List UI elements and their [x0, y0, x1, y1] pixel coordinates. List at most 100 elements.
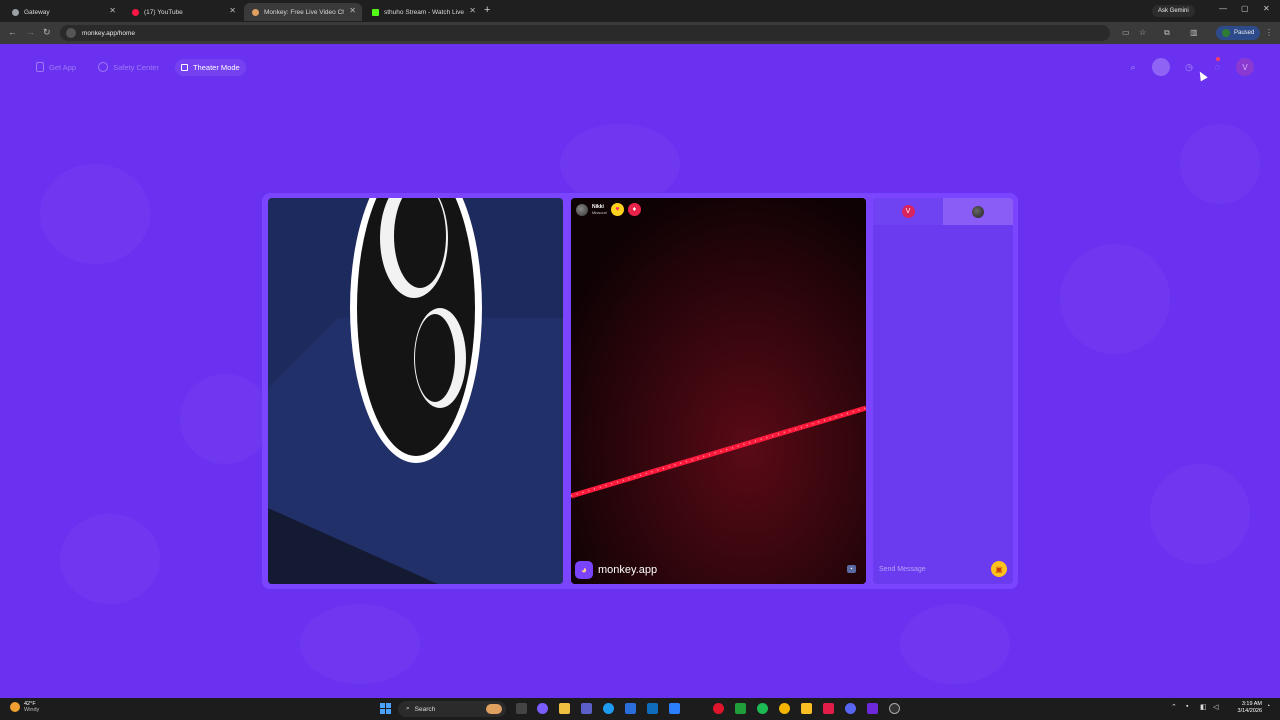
obs-logo-blade-cut — [415, 314, 455, 402]
file-explorer-icon[interactable] — [559, 703, 570, 714]
add-friend-icon[interactable]: ♦ — [627, 203, 641, 216]
browser-tab[interactable]: sthuho Stream - Watch Live on ✕ — [364, 3, 482, 21]
maximize-icon[interactable]: ▢ — [1241, 4, 1249, 13]
back-icon[interactable]: ← — [8, 27, 17, 37]
store-icon[interactable] — [625, 703, 636, 714]
browser-tab-active[interactable]: Monkey: Free Live Video Chat ✕ — [244, 3, 362, 21]
opera-icon[interactable] — [713, 703, 724, 714]
peer-chat-tab[interactable] — [943, 198, 1013, 225]
peer-location: Missouri — [592, 210, 607, 215]
report-icon[interactable]: ▪ — [847, 565, 856, 573]
tab-title: sthuho Stream - Watch Live on — [384, 8, 466, 16]
taskbar-search[interactable]: ⌕ Search — [398, 701, 506, 717]
bookmark-star-icon[interactable]: ☆ — [1139, 28, 1146, 37]
peer-user-tag[interactable]: Nikki Missouri ♥ ♦ — [576, 203, 641, 216]
get-app-link[interactable]: Get App — [30, 58, 82, 76]
close-icon[interactable]: ✕ — [229, 6, 236, 15]
close-icon[interactable]: ✕ — [109, 6, 116, 15]
heart-icon[interactable]: ♥ — [610, 203, 624, 216]
tab-title: Gateway — [24, 8, 50, 16]
peer-info: Nikki Missouri — [592, 204, 607, 215]
streaming-app-icon[interactable] — [867, 703, 878, 714]
weather-condition: Windy — [24, 707, 40, 713]
spotify-icon[interactable] — [757, 703, 768, 714]
weather-icon — [10, 702, 20, 712]
close-icon[interactable]: ✕ — [469, 6, 476, 15]
edge-icon[interactable] — [603, 703, 614, 714]
notes-icon[interactable] — [801, 703, 812, 714]
taskbar-search-label: Search — [414, 705, 436, 713]
chat-panel: V Send Message ▣ — [873, 198, 1013, 584]
phone-icon — [36, 62, 44, 72]
top-right-controls: ⌕ ◷ ◌ V — [1124, 58, 1254, 76]
search-highlight-icon — [486, 704, 502, 714]
background-blob — [560, 124, 680, 204]
notification-dot — [1216, 57, 1220, 61]
windows-start-icon[interactable] — [380, 703, 391, 714]
kick-icon — [372, 8, 379, 16]
site-info-icon[interactable] — [66, 28, 76, 38]
profile-avatar — [1222, 29, 1230, 37]
user-avatar[interactable]: V — [1236, 58, 1254, 76]
peer-avatar — [576, 203, 588, 216]
extensions-icon[interactable]: ⧉ — [1164, 28, 1170, 38]
theater-mode-button[interactable]: Theater Mode — [174, 58, 246, 76]
notification-bell-icon[interactable]: ◔ — [1266, 703, 1270, 710]
side-panel-icon[interactable]: ▥ — [1190, 28, 1198, 37]
peer-video-background — [571, 198, 866, 584]
send-message-input[interactable]: Send Message — [879, 566, 991, 573]
close-icon[interactable]: ✕ — [349, 6, 356, 15]
defender-icon[interactable] — [669, 703, 680, 714]
monkey-page: Get App Safety Center Theater Mode ⌕ ◷ ◌… — [0, 44, 1280, 698]
copilot-icon[interactable] — [537, 703, 548, 714]
browser-tab[interactable]: Gateway ✕ — [4, 3, 122, 21]
cast-icon[interactable]: ▭ — [1122, 28, 1130, 37]
gift-icon[interactable]: ▣ — [991, 561, 1007, 577]
tab-title: (17) YouTube — [144, 8, 183, 16]
self-avatar: V — [901, 205, 915, 218]
ask-gemini-button[interactable]: Ask Gemini — [1152, 5, 1195, 17]
forward-icon[interactable]: → — [26, 27, 35, 37]
background-blob — [40, 164, 150, 264]
outlook-icon[interactable] — [647, 703, 658, 714]
monkey-favicon-icon — [252, 8, 259, 16]
self-chat-tab[interactable]: V — [873, 198, 943, 225]
peer-avatar — [972, 205, 984, 218]
recorder-icon[interactable] — [823, 703, 834, 714]
network-icon[interactable]: ◧ — [1200, 703, 1207, 711]
volume-icon[interactable]: ◁ — [1213, 703, 1218, 711]
tray-chevron-icon[interactable]: ⌃ — [1171, 703, 1177, 711]
safety-center-link[interactable]: Safety Center — [92, 58, 165, 76]
search-icon: ⌕ — [406, 705, 410, 712]
discord-icon[interactable] — [845, 703, 856, 714]
browser-tab[interactable]: (17) YouTube ✕ — [124, 3, 242, 21]
reload-icon[interactable]: ↻ — [43, 27, 51, 38]
coins-button[interactable] — [1152, 58, 1170, 76]
new-tab-button[interactable]: + — [484, 4, 490, 16]
chrome-icon[interactable] — [779, 703, 790, 714]
url-text: monkey.app/home — [82, 29, 135, 37]
address-bar[interactable]: monkey.app/home — [60, 25, 1110, 41]
tray-app-icon[interactable]: ▪ — [1186, 703, 1188, 710]
video-chat-stage: Nikki Missouri ♥ ♦ ◕ monkey.app ▪ V Send… — [262, 193, 1018, 589]
profile-button[interactable]: Paused — [1216, 26, 1261, 40]
weather-widget[interactable]: 42°F Windy — [10, 701, 39, 713]
window-close-icon[interactable]: ✕ — [1263, 4, 1270, 13]
browser-toolbar: ← → ↻ monkey.app/home ▭ ☆ ⧉ ▥ Paused ⋮ — [0, 22, 1280, 44]
browser-tab-strip: Gateway ✕ (17) YouTube ✕ Monkey: Free Li… — [0, 0, 1280, 22]
xbox-icon[interactable] — [735, 703, 746, 714]
background-blob — [1180, 124, 1260, 204]
top-navigation: Get App Safety Center Theater Mode — [30, 58, 246, 76]
windows-taskbar: 42°F Windy ⌕ Search ⌃ ▪ ◧ ◁ 3:19 AM 3/14… — [0, 698, 1280, 720]
obs-icon[interactable] — [889, 703, 900, 714]
task-view-icon[interactable] — [516, 703, 527, 714]
menu-icon[interactable]: ⋮ — [1265, 28, 1273, 37]
teams-icon[interactable] — [581, 703, 592, 714]
clock-date: 3/14/2026 — [1237, 708, 1262, 714]
search-icon[interactable]: ⌕ — [1124, 58, 1142, 76]
minimize-icon[interactable]: — — [1219, 4, 1227, 13]
system-clock[interactable]: 3:19 AM 3/14/2026 — [1232, 701, 1262, 715]
expand-icon — [180, 63, 188, 71]
message-composer: Send Message ▣ — [873, 554, 1013, 584]
background-blob — [180, 374, 270, 464]
